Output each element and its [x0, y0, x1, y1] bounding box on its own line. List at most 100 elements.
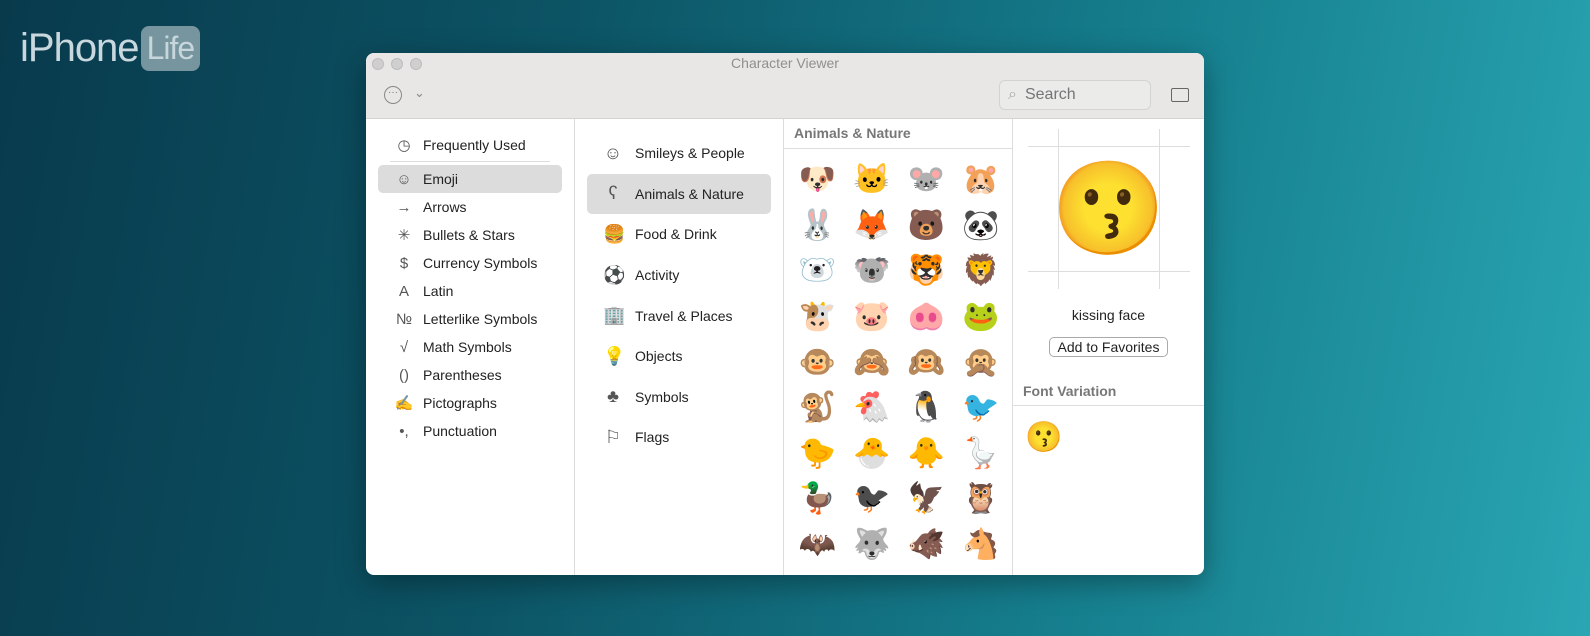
emoji-cell[interactable]: 🐸	[954, 294, 1009, 340]
emoji-cell[interactable]: 🦆	[790, 476, 845, 522]
emoji-cell[interactable]: 🙈	[845, 339, 900, 385]
sidebar-item-label: Math Symbols	[423, 339, 512, 355]
sqrt-icon: √	[399, 338, 409, 356]
subcategory-label: Flags	[635, 429, 670, 446]
sidebar-item-frequently-used[interactable]: ◷ Frequently Used	[378, 131, 562, 159]
emoji-cell[interactable]: 🐤	[790, 431, 845, 477]
subcategory-activity[interactable]: ⚽ Activity	[587, 255, 771, 296]
smiley-icon: ☺	[603, 142, 623, 163]
subcategory-objects[interactable]: 💡 Objects	[587, 336, 771, 377]
chevron-down-icon[interactable]: ⌄	[414, 85, 425, 101]
symbols-icon: ♣	[607, 386, 619, 407]
subcategory-travel-places[interactable]: 🏢 Travel & Places	[587, 295, 771, 336]
emoji-cell[interactable]: 🐯	[899, 248, 954, 294]
emoji-cell[interactable]: 🐶	[790, 157, 845, 203]
sidebar-item-label: Latin	[423, 283, 454, 299]
emoji-cell[interactable]: 🙉	[899, 339, 954, 385]
emoji-cell[interactable]: 🦉	[954, 476, 1009, 522]
clock-icon: ◷	[397, 137, 411, 154]
emoji-cell[interactable]: 🦁	[954, 248, 1009, 294]
emoji-cell[interactable]: 🦅	[899, 476, 954, 522]
keyboard-viewer-icon[interactable]	[1171, 88, 1189, 102]
emoji-cell[interactable]: 🦊	[845, 203, 900, 249]
emoji-cell[interactable]: 🐴	[954, 522, 1009, 568]
sidebar-item-pictographs[interactable]: ✍ Pictographs	[378, 389, 562, 417]
dollar-icon: $	[399, 254, 409, 272]
subcategory-flags[interactable]: ⚐ Flags	[587, 417, 771, 458]
sidebar-item-label: Currency Symbols	[423, 255, 538, 271]
emoji-cell[interactable]: 🐦‍⬛	[845, 476, 900, 522]
sidebar-item-label: Arrows	[423, 199, 467, 215]
sidebar-item-label: Punctuation	[423, 423, 497, 439]
search-input[interactable]	[1024, 86, 1125, 104]
subcategory-label: Smileys & People	[635, 145, 745, 162]
sidebar-item-currency-symbols[interactable]: $ Currency Symbols	[378, 249, 562, 277]
sidebar-item-punctuation[interactable]: •, Punctuation	[378, 417, 562, 445]
font-variation-item[interactable]: 😗	[1013, 406, 1204, 469]
more-options-icon[interactable]: ···	[384, 86, 402, 104]
emoji-cell[interactable]: 🐨	[845, 248, 900, 294]
emoji-cell[interactable]: 🐥	[899, 431, 954, 477]
latin-a-icon: A	[398, 282, 409, 300]
emoji-cell[interactable]: 🐗	[899, 522, 954, 568]
arrow-icon: →	[396, 198, 412, 216]
bulb-icon: 💡	[603, 345, 626, 366]
emoji-cell[interactable]: 🐻‍❄️	[790, 248, 845, 294]
subcategory-animals-nature[interactable]: ʕ Animals & Nature	[587, 173, 771, 215]
emoji-panel: Animals & Nature 🐶 🐱 🐭 🐹 🐰 🦊 🐻 🐼 🐻‍❄️ 🐨 🐯 🦁 🐮 🐷 🐽 🐸 🐵 🙈 🙉 🙊…	[784, 119, 1013, 575]
emoji-cell[interactable]: 🐦	[954, 385, 1009, 431]
add-to-favorites-button[interactable]: Add to Favorites	[1048, 337, 1169, 357]
character-viewer-window: Character Viewer ··· ⌄ ⌕ ◷ Frequently Use…	[366, 53, 1204, 575]
subcategory-food-drink[interactable]: 🍔 Food & Drink	[587, 214, 771, 255]
sidebar-item-emoji[interactable]: ☺ Emoji	[378, 165, 562, 193]
building-icon: 🏢	[603, 305, 626, 326]
emoji-cell[interactable]: 🐷	[845, 294, 900, 340]
emoji-cell[interactable]: 🐻	[899, 203, 954, 249]
character-preview: 😗	[1027, 129, 1190, 289]
sidebar-item-label: Emoji	[423, 171, 459, 187]
emoji-cell[interactable]: 🐣	[845, 431, 900, 477]
emoji-cell[interactable]: 🐧	[899, 385, 954, 431]
emoji-cell[interactable]: 🐵	[790, 339, 845, 385]
subcategory-symbols[interactable]: ♣ Symbols	[587, 377, 771, 418]
sidebar-item-math-symbols[interactable]: √ Math Symbols	[378, 333, 562, 361]
subcategory-smileys-people[interactable]: ☺ Smileys & People	[587, 133, 771, 174]
emoji-grid: 🐶 🐱 🐭 🐹 🐰 🦊 🐻 🐼 🐻‍❄️ 🐨 🐯 🦁 🐮 🐷 🐽 🐸 🐵 🙈 🙉 🙊 🐒 🐔 🐧 🐦 🐤 🐣 🐥 🪿 🦆 🐦‍⬛ 🦅 🦉 🦇 🐺 🐗…	[784, 149, 1012, 567]
logo-badge: Life	[140, 26, 201, 71]
emoji-cell[interactable]: 🐼	[954, 203, 1009, 249]
sidebar-item-arrows[interactable]: → Arrows	[378, 193, 562, 221]
sidebar-item-letterlike-symbols[interactable]: № Letterlike Symbols	[378, 305, 562, 333]
sidebar-item-bullets-stars[interactable]: ✳ Bullets & Stars	[378, 221, 562, 249]
emoji-cell[interactable]: 🐰	[790, 203, 845, 249]
emoji-cell[interactable]: 🦇	[790, 522, 845, 568]
sidebar-item-label: Letterlike Symbols	[423, 311, 538, 327]
search-icon: ⌕	[1008, 86, 1017, 103]
sidebar-item-label: Frequently Used	[423, 137, 526, 153]
sidebar-item-latin[interactable]: A Latin	[378, 277, 562, 305]
search-field[interactable]: ⌕	[999, 80, 1151, 110]
sidebar-item-label: Parentheses	[423, 367, 502, 383]
emoji-cell[interactable]: 🐮	[790, 294, 845, 340]
emoji-cell[interactable]: 🙊	[954, 339, 1009, 385]
character-name: kissing face	[1071, 307, 1146, 323]
emoji-cell[interactable]: 🐒	[790, 385, 845, 431]
asterisk-icon: ✳	[397, 227, 411, 244]
emoji-cell[interactable]: 🐔	[845, 385, 900, 431]
emoji-cell[interactable]: 🪿	[954, 431, 1009, 477]
sidebar-item-parentheses[interactable]: () Parentheses	[378, 361, 562, 389]
emoji-cell[interactable]: 🐱	[845, 157, 900, 203]
subcategory-label: Animals & Nature	[635, 185, 744, 202]
emoji-cell[interactable]: 🐭	[899, 157, 954, 203]
subcategory-label: Travel & Places	[635, 307, 733, 324]
font-variation-title: Font Variation	[1013, 383, 1204, 406]
bear-icon: ʕ	[608, 183, 618, 204]
titlebar: Character Viewer ··· ⌄ ⌕	[366, 53, 1204, 119]
emoji-cell[interactable]: 🐹	[954, 157, 1009, 203]
detail-panel: 😗 kissing face Add to Favorites Font Var…	[1013, 119, 1204, 575]
subcategory-list: ☺ Smileys & People ʕ Animals & Nature 🍔 Food …	[575, 119, 784, 575]
category-sidebar: ◷ Frequently Used ☺ Emoji → Arrows ✳ Bullets & …	[366, 119, 575, 575]
section-title: Animals & Nature	[784, 119, 1012, 149]
emoji-cell[interactable]: 🐺	[845, 522, 900, 568]
subcategory-label: Food & Drink	[635, 226, 717, 243]
emoji-cell[interactable]: 🐽	[899, 294, 954, 340]
